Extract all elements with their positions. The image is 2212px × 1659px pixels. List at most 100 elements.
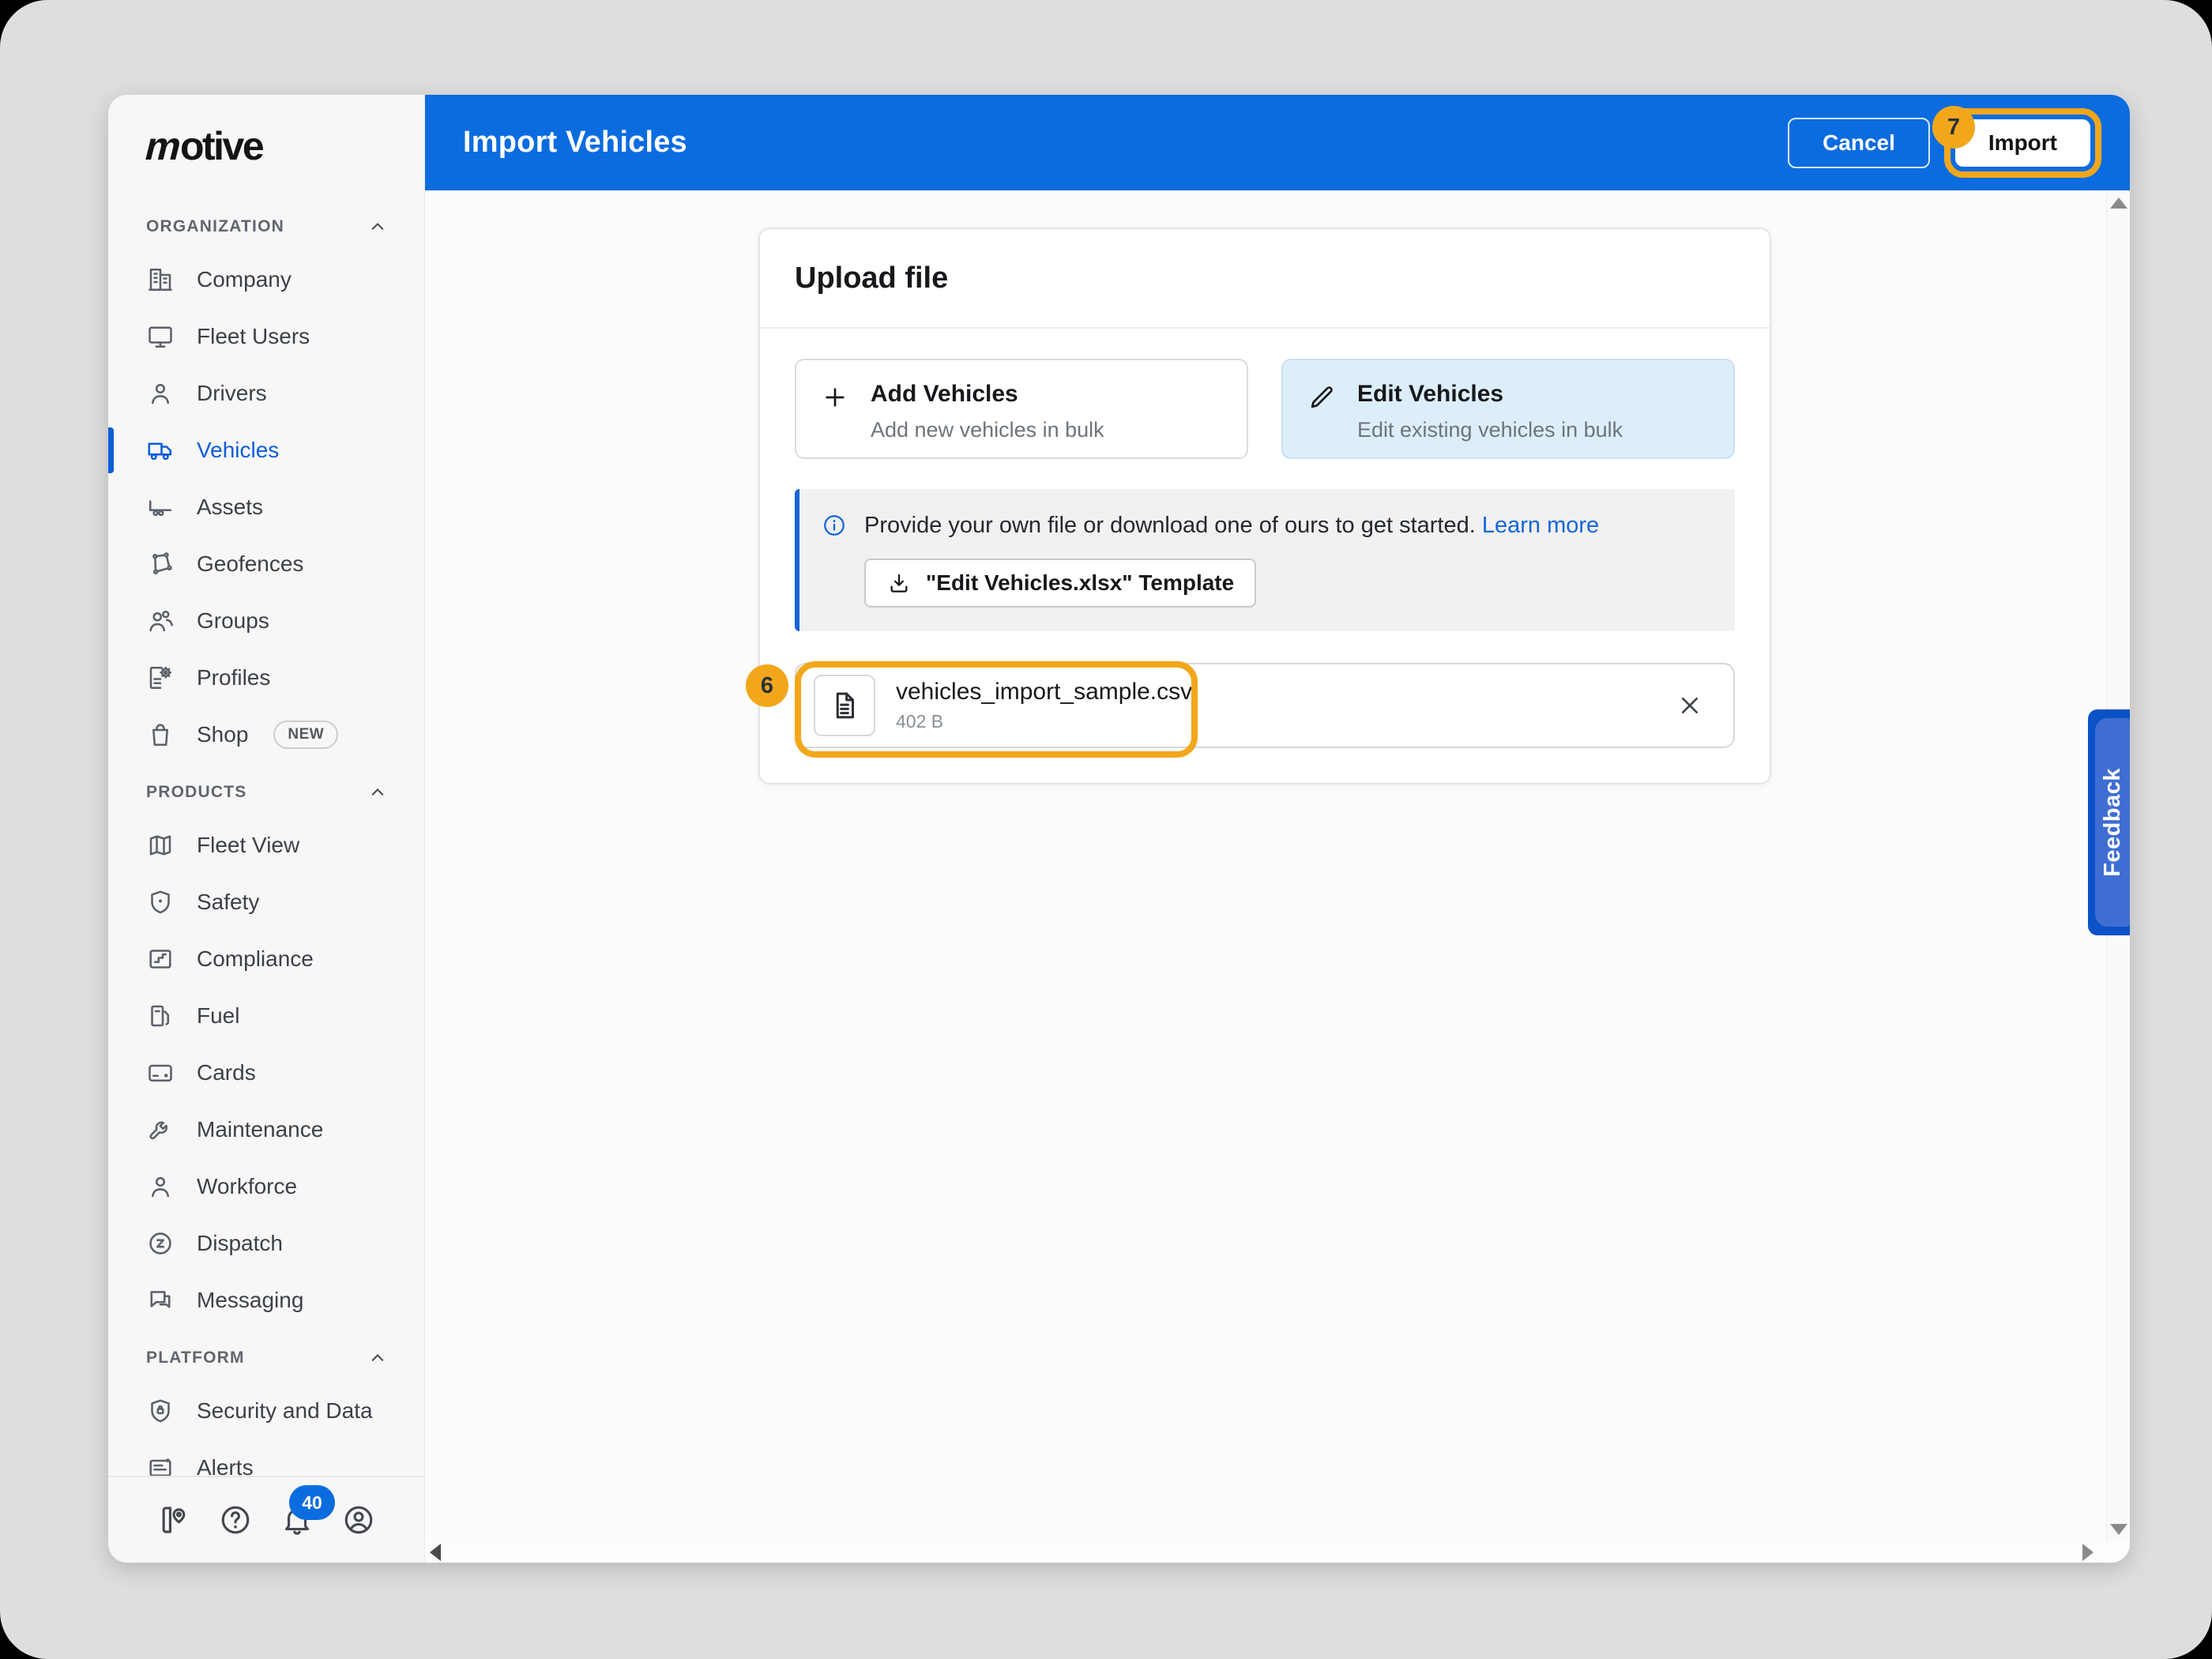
option-title: Add Vehicles bbox=[871, 381, 1018, 407]
building-icon bbox=[146, 265, 175, 294]
sidebar-item-workforce[interactable]: Workforce bbox=[108, 1158, 424, 1215]
sidebar-item-maintenance[interactable]: Maintenance bbox=[108, 1101, 424, 1158]
sidebar-item-groups[interactable]: Groups bbox=[108, 592, 424, 649]
uploaded-file-row: 6 vehicles_import_sample.csv 402 B bbox=[746, 661, 1735, 758]
sidebar-item-security-and-data[interactable]: Security and Data bbox=[108, 1382, 424, 1439]
sidebar-item-label: Drivers bbox=[197, 381, 267, 405]
sidebar-item-fleet-users[interactable]: Fleet Users bbox=[108, 308, 424, 365]
chat-icon bbox=[146, 1286, 175, 1315]
sidebar-item-fuel[interactable]: Fuel bbox=[108, 988, 424, 1044]
feedback-label: Feedback bbox=[2099, 768, 2125, 877]
notification-count-badge: 40 bbox=[289, 1485, 335, 1520]
motive-logo[interactable]: m otive bbox=[108, 95, 424, 198]
file-size: 402 B bbox=[896, 711, 944, 732]
notifications-bell-icon[interactable]: 40 bbox=[280, 1485, 335, 1537]
add-vehicles-option[interactable]: Add Vehicles Add new vehicles in bulk bbox=[795, 359, 1248, 459]
info-icon bbox=[822, 513, 847, 538]
user-icon bbox=[146, 379, 175, 408]
help-icon[interactable] bbox=[218, 1503, 253, 1537]
chevron-up-icon bbox=[366, 215, 389, 239]
scroll-down-arrow-icon[interactable] bbox=[2109, 1524, 2127, 1535]
pencil-icon bbox=[1307, 382, 1337, 412]
app-window: m otive ORGANIZATION Company Fleet Users Dri… bbox=[108, 95, 2130, 1563]
annotation-step-6-badge: 6 bbox=[746, 664, 788, 707]
sidebar-nav: ORGANIZATION Company Fleet Users Drivers Veh… bbox=[108, 198, 424, 1476]
sidebar-item-label: Profiles bbox=[197, 665, 271, 690]
remove-file-button[interactable] bbox=[1675, 690, 1705, 720]
import-button[interactable]: Import bbox=[1954, 118, 2090, 167]
sidebar-item-messaging[interactable]: Messaging bbox=[108, 1272, 424, 1329]
card-body: Add Vehicles Add new vehicles in bulk Ed… bbox=[746, 329, 1770, 783]
section-label: PLATFORM bbox=[146, 1349, 245, 1367]
scroll-left-arrow-icon[interactable] bbox=[430, 1544, 441, 1561]
horizontal-scrollbar[interactable] bbox=[425, 1542, 2130, 1563]
sidebar-item-company[interactable]: Company bbox=[108, 251, 424, 308]
sidebar-item-label: Assets bbox=[197, 495, 264, 519]
shield-icon bbox=[146, 888, 175, 916]
section-label: PRODUCTS bbox=[146, 783, 247, 801]
section-header-platform[interactable]: PLATFORM bbox=[108, 1334, 424, 1382]
feedback-tab[interactable]: Feedback bbox=[2088, 709, 2130, 935]
sidebar-item-label: Company bbox=[197, 267, 292, 292]
learn-more-link[interactable]: Learn more bbox=[1482, 513, 1599, 538]
sidebar-item-label: Shop bbox=[197, 722, 249, 747]
download-template-button[interactable]: "Edit Vehicles.xlsx" Template bbox=[864, 559, 1257, 608]
main-area: Import Vehicles Cancel Import 7 Upload f… bbox=[425, 95, 2130, 1563]
section-header-products[interactable]: PRODUCTS bbox=[108, 768, 424, 817]
user-icon bbox=[146, 1172, 175, 1201]
section-header-organization[interactable]: ORGANIZATION bbox=[108, 202, 424, 251]
sidebar-item-cards[interactable]: Cards bbox=[108, 1044, 424, 1101]
dispatch-icon bbox=[146, 1229, 175, 1258]
scroll-up-arrow-icon[interactable] bbox=[2109, 198, 2127, 209]
credit-card-icon bbox=[146, 1059, 175, 1087]
logo-m-glyph: m bbox=[141, 124, 185, 168]
wrench-icon bbox=[146, 1115, 175, 1144]
users-icon bbox=[146, 607, 175, 635]
sidebar-item-drivers[interactable]: Drivers bbox=[108, 365, 424, 422]
chevron-up-icon bbox=[366, 781, 389, 804]
profile-doc-icon bbox=[146, 664, 175, 692]
sidebar-item-label: Compliance bbox=[197, 946, 314, 971]
annotation-step-7-badge: 7 bbox=[1932, 106, 1975, 149]
alert-card-icon bbox=[146, 1454, 175, 1476]
cancel-button[interactable]: Cancel bbox=[1788, 117, 1930, 168]
trailer-icon bbox=[146, 493, 175, 521]
account-icon[interactable] bbox=[341, 1503, 376, 1537]
sidebar: m otive ORGANIZATION Company Fleet Users Dri… bbox=[108, 95, 425, 1563]
chevron-up-icon bbox=[366, 1346, 389, 1370]
polygon-icon bbox=[146, 550, 175, 578]
sidebar-item-label: Safety bbox=[197, 890, 260, 914]
info-banner: Provide your own file or download one of… bbox=[795, 489, 1735, 631]
template-button-label: "Edit Vehicles.xlsx" Template bbox=[926, 570, 1235, 595]
logo-text: otive bbox=[179, 124, 265, 168]
file-name: vehicles_import_sample.csv bbox=[896, 679, 1193, 705]
monitor-icon bbox=[146, 322, 175, 351]
sidebar-item-fleet-view[interactable]: Fleet View bbox=[108, 817, 424, 874]
edit-vehicles-option[interactable]: Edit Vehicles Edit existing vehicles in … bbox=[1281, 359, 1735, 459]
option-title: Edit Vehicles bbox=[1357, 381, 1504, 407]
sidebar-item-compliance[interactable]: Compliance bbox=[108, 931, 424, 988]
sidebar-item-shop[interactable]: Shop NEW bbox=[108, 706, 424, 763]
sidebar-item-alerts[interactable]: Alerts bbox=[108, 1439, 424, 1476]
page-header: Import Vehicles Cancel Import 7 bbox=[425, 95, 2130, 190]
sidebar-item-geofences[interactable]: Geofences bbox=[108, 536, 424, 592]
shield-lock-icon bbox=[146, 1397, 175, 1425]
sidebar-item-dispatch[interactable]: Dispatch bbox=[108, 1215, 424, 1272]
new-badge: NEW bbox=[273, 720, 339, 749]
sidebar-item-profiles[interactable]: Profiles bbox=[108, 649, 424, 706]
guide-icon[interactable] bbox=[156, 1503, 191, 1537]
feedback-tab-inner: Feedback bbox=[2095, 718, 2130, 927]
scroll-right-arrow-icon[interactable] bbox=[2082, 1544, 2094, 1561]
sidebar-item-vehicles[interactable]: Vehicles bbox=[108, 422, 424, 479]
truck-icon bbox=[146, 436, 175, 465]
info-text-wrap: Provide your own file or download one of… bbox=[864, 510, 1599, 541]
sidebar-item-label: Dispatch bbox=[197, 1231, 283, 1255]
sidebar-item-label: Maintenance bbox=[197, 1117, 324, 1142]
sidebar-footer: 40 bbox=[108, 1476, 424, 1563]
download-icon bbox=[886, 570, 912, 596]
sidebar-item-safety[interactable]: Safety bbox=[108, 874, 424, 931]
sidebar-item-label: Cards bbox=[197, 1060, 256, 1085]
sidebar-item-assets[interactable]: Assets bbox=[108, 479, 424, 536]
fuel-icon bbox=[146, 1002, 175, 1030]
sidebar-item-label: Fleet View bbox=[197, 833, 300, 857]
